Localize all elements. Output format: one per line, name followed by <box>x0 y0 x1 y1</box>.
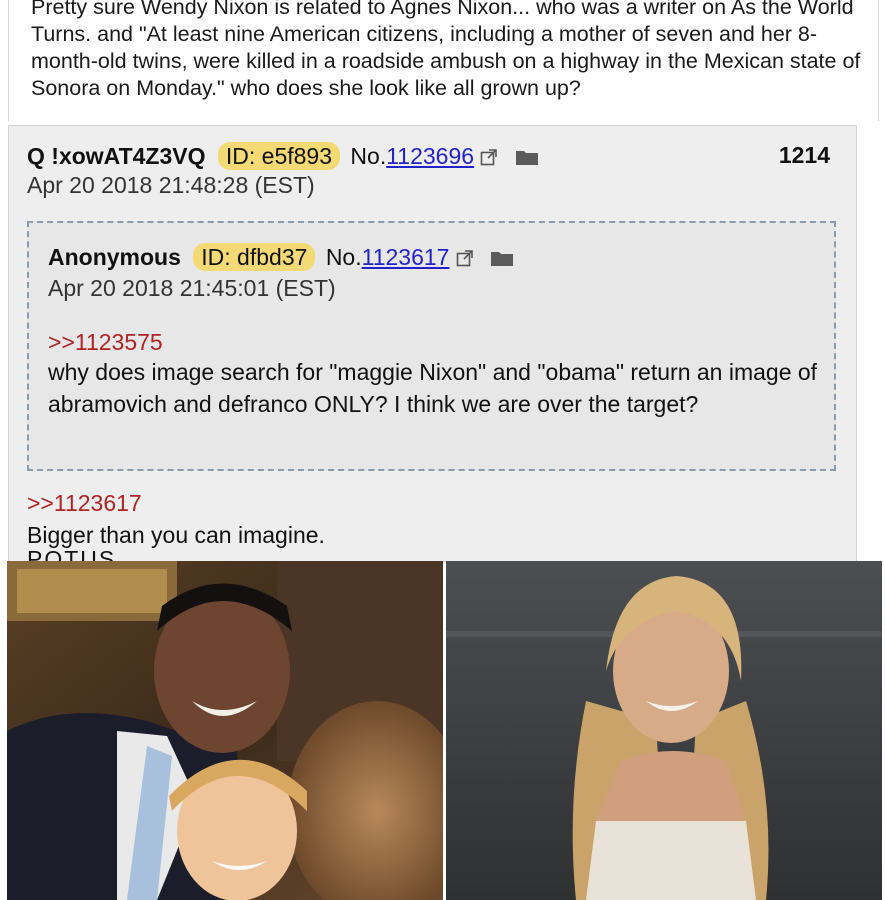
folder-icon[interactable] <box>490 245 514 273</box>
external-link-icon[interactable] <box>456 245 474 273</box>
post-header: Q !xowAT4Z3VQ ID: e5f893 No.1123696 <box>27 142 847 172</box>
imageboard-post: Q !xowAT4Z3VQ ID: e5f893 No.1123696 1214… <box>8 125 857 562</box>
quoted-post-header: Anonymous ID: dfbd37 No.1123617 <box>48 243 856 273</box>
post-timestamp: Apr 20 2018 21:48:28 (EST) <box>27 172 315 198</box>
post-number-link[interactable]: 1123696 <box>386 143 474 169</box>
reply-count: 1214 <box>778 142 830 168</box>
quoted-timestamp: Apr 20 2018 21:45:01 (EST) <box>48 275 336 301</box>
reply-reference-link[interactable]: >>1123617 <box>27 490 142 517</box>
post-number-prefix: No. <box>350 143 387 169</box>
post-caption: Pretty sure Wendy Nixon is related to Ag… <box>31 0 861 100</box>
quoted-post: Anonymous ID: dfbd37 No.1123617 Apr 20 2… <box>27 221 836 471</box>
external-link-icon[interactable] <box>480 144 498 172</box>
quoted-reference-link[interactable]: >>1123575 <box>48 329 163 356</box>
quoted-body-text: why does image search for "maggie Nixon"… <box>48 359 818 417</box>
quoted-author: Anonymous <box>48 244 181 270</box>
quoted-id-badge[interactable]: ID: dfbd37 <box>193 243 316 271</box>
quoted-number-prefix: No. <box>325 244 362 270</box>
post-author: Q !xowAT4Z3VQ <box>27 143 206 169</box>
photo-man-with-girl <box>7 561 443 900</box>
reply-truncated-text: POTUS ... <box>27 546 150 562</box>
poster-id-badge[interactable]: ID: e5f893 <box>217 142 341 170</box>
photo-smiling-woman <box>446 561 882 900</box>
folder-icon[interactable] <box>515 144 539 172</box>
quoted-number-link[interactable]: 1123617 <box>362 244 450 270</box>
